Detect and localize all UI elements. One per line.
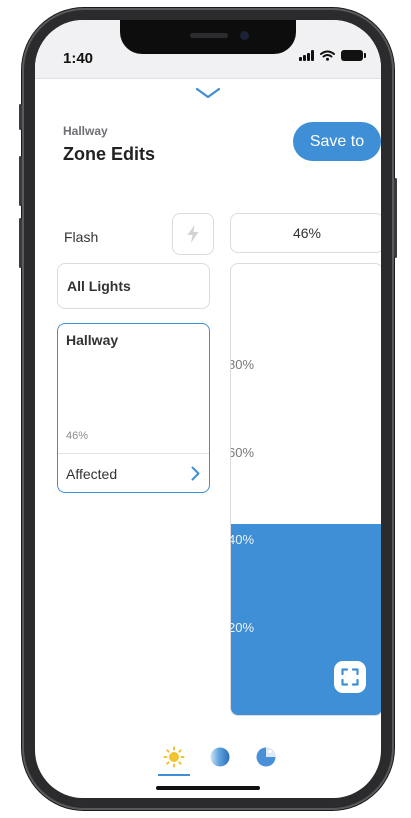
volume-down-button <box>19 218 22 268</box>
speaker-grille <box>190 33 228 38</box>
cellular-signal-icon <box>299 50 314 61</box>
fullscreen-icon <box>341 668 359 686</box>
tab-sun[interactable] <box>157 742 191 772</box>
home-indicator[interactable] <box>156 786 260 790</box>
battery-icon <box>341 50 366 61</box>
status-bar: 1:40 <box>35 20 381 79</box>
slider-tick-40: 40% <box>230 532 255 547</box>
flash-button[interactable] <box>172 213 214 255</box>
front-camera <box>240 31 249 40</box>
level-value-display[interactable]: 46% <box>230 213 381 253</box>
status-icons <box>299 50 366 61</box>
zone-name: Hallway <box>66 332 119 348</box>
volume-up-button <box>19 156 22 206</box>
slider-tick-60: 60% <box>230 445 255 460</box>
mute-switch <box>19 104 22 130</box>
status-time: 1:40 <box>63 50 94 67</box>
tab-selected-indicator <box>158 774 190 776</box>
save-to-button[interactable]: Save to <box>293 122 381 161</box>
slider-tick-80: 80% <box>230 357 255 372</box>
shade-sphere-icon <box>210 747 230 767</box>
zone-percent: 46% <box>66 430 89 442</box>
tab-color[interactable] <box>249 742 283 772</box>
slider-tick-20: 20% <box>230 620 255 635</box>
collapse-chevron-icon[interactable] <box>195 87 221 99</box>
chevron-right-icon[interactable] <box>191 466 200 481</box>
wifi-icon <box>320 50 335 61</box>
brightness-slider[interactable]: 80% 60% 40% 20% <box>230 263 381 716</box>
page-title: Zone Edits <box>63 144 156 164</box>
all-lights-option[interactable]: All Lights <box>57 263 210 309</box>
power-button <box>394 178 397 258</box>
app-screen: 1:40 Hallway Zone Edits Save to Flash 46… <box>35 20 381 798</box>
notch <box>120 20 296 54</box>
mode-tabs <box>35 742 381 776</box>
tab-shade[interactable] <box>203 742 237 772</box>
zone-card-hallway[interactable]: Hallway 46% Affected <box>57 323 210 493</box>
flash-label: Flash <box>64 229 99 245</box>
color-wheel-icon <box>256 747 276 767</box>
sun-icon <box>163 746 185 768</box>
lightning-bolt-icon <box>187 225 199 243</box>
fullscreen-button[interactable] <box>334 661 366 693</box>
affected-label[interactable]: Affected <box>66 466 117 482</box>
breadcrumb: Hallway <box>63 124 108 138</box>
zone-card-divider <box>58 453 209 454</box>
